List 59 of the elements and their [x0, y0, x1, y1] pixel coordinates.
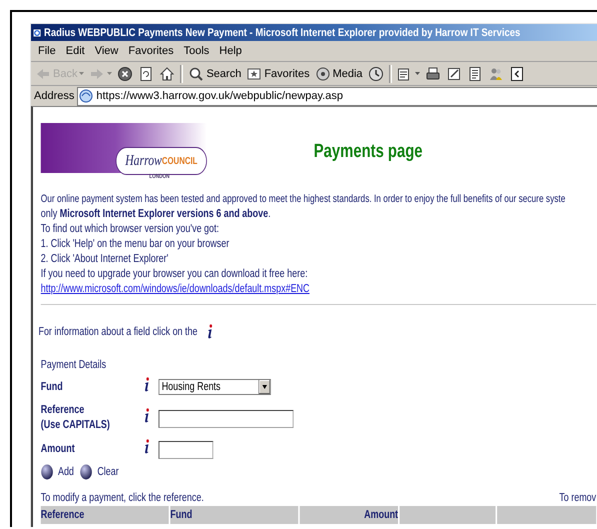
menu-item[interactable]: File: [33, 45, 61, 57]
intro-text: Our online payment system has been tested and approved to meet the highest standards. In order to enjoy the full benefits of our secure syste: [40, 192, 566, 207]
media-button[interactable]: Media: [312, 64, 365, 84]
search-button[interactable]: Search: [186, 64, 244, 84]
menu-item[interactable]: Help: [214, 45, 247, 57]
logo-suffix: COUNCIL: [162, 156, 198, 166]
edit-icon: [446, 66, 462, 82]
stop-icon: [117, 66, 134, 82]
page-icon: [508, 66, 525, 82]
globe-icon: [79, 89, 94, 103]
clock-icon: [368, 66, 384, 82]
field-label: Amount: [40, 442, 75, 456]
table-hint: To remov: [559, 492, 596, 504]
field-label: Reference (Use CAPITALS): [40, 403, 110, 433]
favorites-button[interactable]: Favorites: [244, 64, 312, 84]
caret-icon: [414, 72, 420, 75]
fund-select[interactable]: Housing Rents: [158, 379, 271, 395]
column-header: Amount: [300, 506, 398, 524]
intro-text: To find out which browser version you've got:: [40, 222, 220, 237]
caret-icon: [107, 72, 112, 75]
amount-field[interactable]: [158, 440, 214, 458]
sphere-icon: [40, 464, 54, 480]
action-button[interactable]: Clear: [80, 464, 119, 480]
menu-item[interactable]: Edit: [60, 45, 90, 57]
section-title: Payment Details: [40, 359, 108, 371]
reference-field[interactable]: [158, 410, 294, 428]
info-hint-text: For information about a field click on the: [38, 326, 198, 338]
page-heading: Payments page: [314, 141, 423, 163]
search-icon: [188, 66, 204, 82]
printer-icon: [424, 66, 441, 82]
sphere-icon: [80, 464, 93, 480]
info-icon[interactable]: [144, 408, 151, 423]
caret-icon: [262, 385, 267, 389]
address-label: Address: [34, 90, 74, 102]
intro-text: only Microsoft Internet Explorer versions 6 and above.: [40, 207, 272, 222]
column-header: Fund: [170, 506, 298, 524]
info-icon[interactable]: [144, 377, 151, 392]
menu-item[interactable]: View: [90, 45, 124, 57]
caret-icon: [79, 72, 84, 75]
intro-text: 2. Click 'About Internet Explorer': [40, 252, 170, 267]
intro-text: If you need to upgrade your browser you can download it free here:: [40, 267, 309, 282]
address-field[interactable]: https://www3.harrow.gov.uk/webpublic/newpay.asp: [77, 86, 597, 106]
info-icon[interactable]: [144, 439, 151, 454]
menu-item[interactable]: Tools: [178, 45, 214, 57]
page-icon: [466, 66, 483, 82]
menu-item[interactable]: Favorites: [123, 45, 179, 57]
info-icon[interactable]: [206, 324, 214, 339]
page-icon: [138, 66, 154, 82]
disc-icon: [314, 66, 331, 82]
logo-name: Harrow: [125, 152, 162, 170]
action-button[interactable]: Add: [40, 464, 74, 480]
intro-text: 1. Click 'Help' on the menu bar on your browser: [40, 237, 230, 252]
column-header: Reference: [40, 506, 169, 524]
table-hint: To modify a payment, click the reference.: [40, 492, 204, 504]
home-icon: [159, 66, 176, 82]
people-icon: [488, 66, 504, 82]
download-link[interactable]: http://www.microsoft.com/windows/ie/downloads/default.mspx#ENC: [40, 283, 310, 295]
field-label: Fund: [40, 380, 63, 394]
window-title: Radius WEBPUBLIC Payments New Payment - Microsoft Internet Explorer provided by Harrow IT Services: [44, 26, 520, 38]
